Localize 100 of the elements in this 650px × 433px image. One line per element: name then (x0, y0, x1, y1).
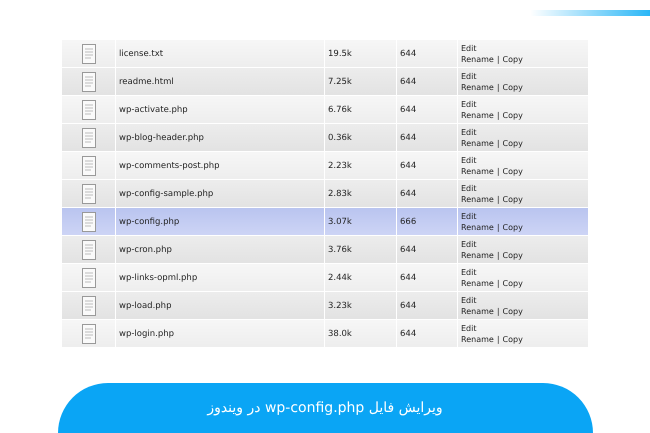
rename-link[interactable]: Rename (461, 278, 494, 288)
copy-link[interactable]: Copy (502, 334, 523, 344)
edit-link[interactable]: Edit (461, 210, 476, 222)
file-row[interactable]: wp-blog-header.php 0.36k 644 Edit Rename | Copy (62, 124, 588, 152)
separator: | (496, 138, 500, 148)
edit-link[interactable]: Edit (461, 154, 476, 166)
edit-link[interactable]: Edit (461, 98, 476, 110)
rename-link[interactable]: Rename (461, 82, 494, 92)
copy-link[interactable]: Copy (502, 166, 523, 176)
file-name: readme.html (116, 68, 325, 95)
copy-link[interactable]: Copy (502, 138, 523, 148)
document-icon (82, 268, 96, 288)
file-size: 19.5k (325, 40, 397, 67)
document-icon (82, 212, 96, 232)
copy-link[interactable]: Copy (502, 82, 523, 92)
file-size: 6.76k (325, 96, 397, 123)
rename-link[interactable]: Rename (461, 166, 494, 176)
edit-link[interactable]: Edit (461, 294, 476, 306)
file-name: license.txt (116, 40, 325, 67)
rename-link[interactable]: Rename (461, 138, 494, 148)
edit-link[interactable]: Edit (461, 42, 476, 54)
file-name: wp-activate.php (116, 96, 325, 123)
separator: | (496, 166, 500, 176)
file-name: wp-links-opml.php (116, 264, 325, 291)
file-row[interactable]: wp-links-opml.php 2.44k 644 Edit Rename | Copy (62, 264, 588, 292)
document-icon (82, 296, 96, 316)
copy-link[interactable]: Copy (502, 110, 523, 120)
separator: | (496, 250, 500, 260)
file-row[interactable]: wp-activate.php 6.76k 644 Edit Rename | Copy (62, 96, 588, 124)
file-row[interactable]: wp-load.php 3.23k 644 Edit Rename | Copy (62, 292, 588, 320)
document-icon (82, 156, 96, 176)
file-size: 2.44k (325, 264, 397, 291)
file-size: 7.25k (325, 68, 397, 95)
edit-link[interactable]: Edit (461, 322, 476, 334)
document-icon (82, 128, 96, 148)
file-permissions: 644 (397, 292, 458, 319)
copy-link[interactable]: Copy (502, 222, 523, 232)
file-size: 38.0k (325, 320, 397, 347)
document-icon (82, 184, 96, 204)
document-icon (82, 324, 96, 344)
separator: | (496, 194, 500, 204)
file-permissions: 666 (397, 208, 458, 235)
file-name: wp-login.php (116, 320, 325, 347)
file-permissions: 644 (397, 180, 458, 207)
edit-link[interactable]: Edit (461, 126, 476, 138)
file-size: 0.36k (325, 124, 397, 151)
file-row[interactable]: wp-login.php 38.0k 644 Edit Rename | Copy (62, 320, 588, 348)
file-permissions: 644 (397, 320, 458, 347)
copy-link[interactable]: Copy (502, 278, 523, 288)
rename-link[interactable]: Rename (461, 222, 494, 232)
file-row[interactable]: license.txt 19.5k 644 Edit Rename | Copy (62, 40, 588, 68)
edit-link[interactable]: Edit (461, 238, 476, 250)
file-size: 3.76k (325, 236, 397, 263)
edit-link[interactable]: Edit (461, 70, 476, 82)
file-row[interactable]: wp-cron.php 3.76k 644 Edit Rename | Copy (62, 236, 588, 264)
separator: | (496, 54, 500, 64)
file-name: wp-blog-header.php (116, 124, 325, 151)
file-size: 2.83k (325, 180, 397, 207)
file-name: wp-config-sample.php (116, 180, 325, 207)
file-row[interactable]: wp-config-sample.php 2.83k 644 Edit Rename | Copy (62, 180, 588, 208)
rename-link[interactable]: Rename (461, 194, 494, 204)
file-name: wp-comments-post.php (116, 152, 325, 179)
rename-link[interactable]: Rename (461, 306, 494, 316)
file-size: 3.07k (325, 208, 397, 235)
file-name: wp-load.php (116, 292, 325, 319)
copy-link[interactable]: Copy (502, 306, 523, 316)
separator: | (496, 82, 500, 92)
file-permissions: 644 (397, 264, 458, 291)
file-name: wp-config.php (116, 208, 325, 235)
edit-link[interactable]: Edit (461, 182, 476, 194)
document-icon (82, 100, 96, 120)
copy-link[interactable]: Copy (502, 54, 523, 64)
file-permissions: 644 (397, 96, 458, 123)
file-permissions: 644 (397, 68, 458, 95)
separator: | (496, 110, 500, 120)
copy-link[interactable]: Copy (502, 250, 523, 260)
file-permissions: 644 (397, 236, 458, 263)
separator: | (496, 222, 500, 232)
file-size: 2.23k (325, 152, 397, 179)
file-row[interactable]: wp-comments-post.php 2.23k 644 Edit Rename | Copy (62, 152, 588, 180)
rename-link[interactable]: Rename (461, 334, 494, 344)
file-name: wp-cron.php (116, 236, 325, 263)
copy-link[interactable]: Copy (502, 194, 523, 204)
separator: | (496, 306, 500, 316)
document-icon (82, 240, 96, 260)
file-permissions: 644 (397, 40, 458, 67)
file-permissions: 644 (397, 152, 458, 179)
file-permissions: 644 (397, 124, 458, 151)
caption-text: ویرایش فایل wp-config.php در ویندوز (207, 400, 443, 416)
rename-link[interactable]: Rename (461, 110, 494, 120)
file-size: 3.23k (325, 292, 397, 319)
separator: | (496, 334, 500, 344)
document-icon (82, 72, 96, 92)
rename-link[interactable]: Rename (461, 54, 494, 64)
separator: | (496, 278, 500, 288)
file-row[interactable]: readme.html 7.25k 644 Edit Rename | Copy (62, 68, 588, 96)
file-row[interactable]: wp-config.php 3.07k 666 Edit Rename | Copy (62, 208, 588, 236)
edit-link[interactable]: Edit (461, 266, 476, 278)
document-icon (82, 44, 96, 64)
rename-link[interactable]: Rename (461, 250, 494, 260)
